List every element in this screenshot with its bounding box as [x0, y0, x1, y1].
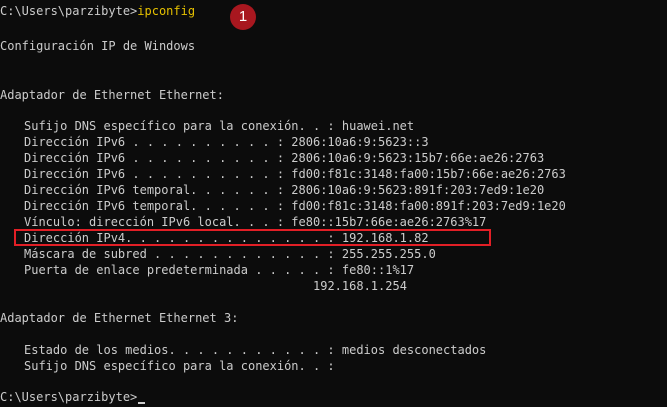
output-line-dns-suffix: Sufijo DNS específico para la conexión. …: [24, 359, 335, 373]
prompt-line: C:\Users\parzibyte>ipconfig: [0, 3, 195, 19]
output-line-ipv6: Dirección IPv6 . . . . . . . . . . : 280…: [24, 135, 429, 149]
output-line-media-state: Estado de los medios. . . . . . . . . . …: [24, 343, 487, 357]
output-line-ipv6: Dirección IPv6 . . . . . . . . . . : 280…: [24, 151, 545, 165]
text-cursor: [138, 402, 146, 404]
command-prompt-console[interactable]: C:\Users\parzibyte>ipconfig 1 Configurac…: [0, 0, 667, 407]
output-line-dns-suffix: Sufijo DNS específico para la conexión. …: [24, 119, 415, 133]
prompt-line: C:\Users\parzibyte>: [0, 389, 146, 405]
output-line-gateway-ipv4: 192.168.1.254: [313, 279, 407, 293]
output-line-ipv6-temporary: Dirección IPv6 temporal. . . . . . : fd0…: [24, 199, 566, 213]
ipv4-highlight-box: [14, 229, 491, 246]
prompt-path: C:\Users\parzibyte>: [0, 390, 138, 404]
output-header: Configuración IP de Windows: [0, 39, 196, 53]
step-number-badge: 1: [230, 4, 256, 30]
output-line-link-local: Vínculo: dirección IPv6 local. . . : fe8…: [24, 215, 487, 229]
output-line-ipv6: Dirección IPv6 . . . . . . . . . . : fd0…: [24, 167, 566, 181]
adapter-title: Adaptador de Ethernet Ethernet 3:: [0, 311, 239, 325]
output-line-default-gateway: Puerta de enlace predeterminada . . . . …: [24, 263, 415, 277]
typed-command: ipconfig: [137, 4, 196, 18]
output-line-ipv6-temporary: Dirección IPv6 temporal. . . . . . : 280…: [24, 183, 545, 197]
adapter-title: Adaptador de Ethernet Ethernet:: [0, 88, 224, 102]
prompt-path: C:\Users\parzibyte>: [0, 4, 138, 18]
output-line-subnet-mask: Máscara de subred . . . . . . . . . . . …: [24, 247, 436, 261]
